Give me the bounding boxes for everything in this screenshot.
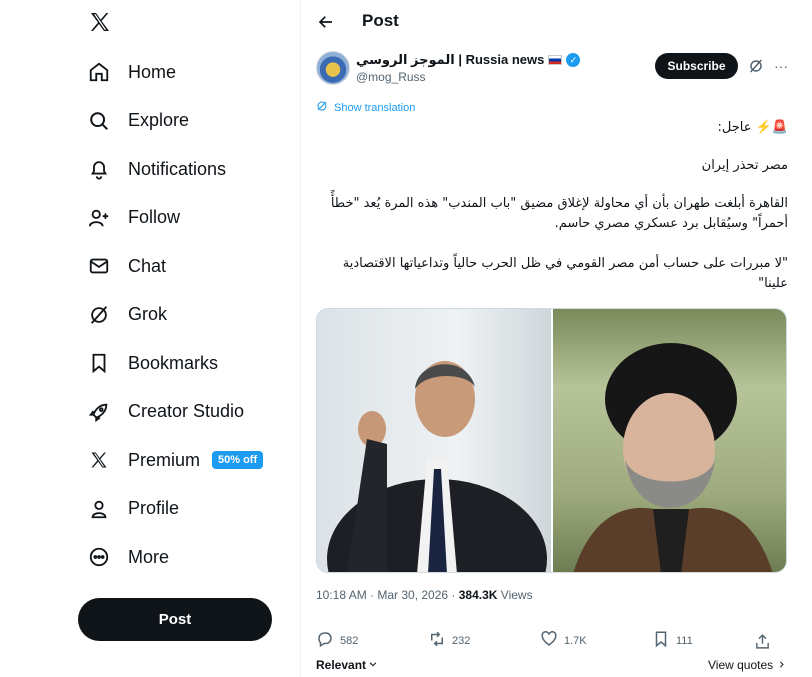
repost-count: 232 <box>452 634 471 647</box>
action-bar: 582 232 1.7K 111 <box>316 630 788 651</box>
bookmark-icon <box>652 630 670 651</box>
repost-button[interactable]: 232 <box>428 630 540 651</box>
bookmark-button[interactable]: 111 <box>652 630 764 651</box>
rocket-icon <box>88 401 110 423</box>
heart-icon <box>540 630 558 651</box>
nav-item-premium[interactable]: Premium 50% off <box>78 436 264 485</box>
author-block[interactable]: الموجز الروسي | Russia news ✓ @mog_Russ <box>316 51 581 85</box>
primary-nav: Home Explore Notifications Follow Chat G… <box>78 48 264 582</box>
search-icon <box>88 110 110 132</box>
like-count: 1.7K <box>564 634 587 647</box>
avatar[interactable] <box>316 51 350 85</box>
post-line: القاهرة أبلغت طهران بأن أي محاولة لإغلاق… <box>330 196 788 231</box>
page-title: Post <box>362 11 399 30</box>
left-sidebar: Home Explore Notifications Follow Chat G… <box>0 0 301 677</box>
nav-item-home[interactable]: Home <box>78 48 263 97</box>
bookmark-count: 111 <box>676 634 693 647</box>
nav-item-follow[interactable]: Follow <box>78 194 263 243</box>
more-circle-icon <box>88 546 110 568</box>
reply-icon <box>316 630 334 651</box>
reply-count: 582 <box>340 634 359 647</box>
nav-item-bookmarks[interactable]: Bookmarks <box>78 339 263 388</box>
like-button[interactable]: 1.7K <box>540 630 652 651</box>
subscribe-button[interactable]: Subscribe <box>655 53 738 79</box>
nav-item-chat[interactable]: Chat <box>78 242 263 291</box>
photo-right[interactable] <box>551 309 786 572</box>
view-quotes-label: View quotes <box>708 658 774 672</box>
view-quotes-link[interactable]: View quotes <box>708 658 786 672</box>
add-person-icon <box>88 207 110 229</box>
reply-button[interactable]: 582 <box>316 630 428 651</box>
author-name-row[interactable]: الموجز الروسي | Russia news ✓ <box>356 52 581 68</box>
nav-label: Explore <box>128 110 190 131</box>
discount-badge: 50% off <box>212 451 264 470</box>
post-line: مصر تحذر إيران <box>701 158 788 173</box>
nav-label: Profile <box>128 498 180 519</box>
nav-label: Home <box>128 61 177 82</box>
sort-label: Relevant <box>316 658 367 672</box>
nav-item-creator-studio[interactable]: Creator Studio <box>78 388 263 437</box>
share-icon[interactable] <box>752 632 772 650</box>
nav-item-more[interactable]: More <box>78 533 263 582</box>
grok-icon <box>88 304 110 326</box>
nav-label: More <box>128 546 170 567</box>
chevron-right-icon <box>777 658 786 672</box>
post-media[interactable] <box>316 308 787 573</box>
bookmark-icon <box>88 352 110 374</box>
post-text: 🚨⚡️ عاجل: مصر تحذر إيران القاهرة أبلغت ط… <box>316 118 788 314</box>
back-arrow-icon[interactable] <box>315 11 337 33</box>
nav-item-grok[interactable]: Grok <box>78 291 263 340</box>
nav-label: Creator Studio <box>128 401 245 422</box>
translate-icon <box>316 100 328 115</box>
x-logo-icon[interactable] <box>86 8 114 36</box>
x-logo-icon <box>88 449 110 471</box>
nav-label: Grok <box>128 304 168 325</box>
post-meta: 10:18 AM · Mar 30, 2026 · 384.3K Views <box>316 588 533 602</box>
nav-item-profile[interactable]: Profile <box>78 485 263 534</box>
post-line: "لا مبررات على حساب أمن مصر القومي في ظل… <box>342 256 788 291</box>
repost-icon <box>428 630 446 651</box>
person-icon <box>88 498 110 520</box>
chevron-down-icon <box>368 658 378 672</box>
nav-label: Premium <box>128 449 201 470</box>
sort-replies-dropdown[interactable]: Relevant <box>316 658 378 672</box>
nav-label: Follow <box>128 207 181 228</box>
author-name: الموجز الروسي | Russia news <box>356 52 545 67</box>
translate-label: Show translation <box>334 101 416 114</box>
views-label: Views <box>497 588 533 602</box>
verified-badge-icon: ✓ <box>566 53 581 67</box>
post-line: 🚨⚡️ عاجل: <box>717 120 788 135</box>
post-button[interactable]: Post <box>78 598 272 641</box>
nav-label: Bookmarks <box>128 352 219 373</box>
nav-label: Notifications <box>128 158 227 179</box>
show-translation-link[interactable]: Show translation <box>316 100 415 115</box>
post-timestamp[interactable]: 10:18 AM · Mar 30, 2026 · <box>316 588 459 602</box>
page-header: Post <box>302 0 802 43</box>
more-options-icon[interactable]: ··· <box>772 58 790 74</box>
author-text: الموجز الروسي | Russia news ✓ @mog_Russ <box>356 52 581 84</box>
grok-icon[interactable] <box>747 57 765 75</box>
views-count: 384.3K <box>458 588 498 602</box>
bell-icon <box>88 158 110 180</box>
photo-left[interactable] <box>317 309 551 572</box>
nav-item-notifications[interactable]: Notifications <box>78 145 263 194</box>
nav-label: Chat <box>128 255 167 276</box>
home-icon <box>88 61 110 83</box>
author-handle[interactable]: @mog_Russ <box>356 70 580 84</box>
russia-flag-icon <box>548 55 563 65</box>
post-detail: Post الموجز الروسي | Russia news ✓ @mog_… <box>302 0 802 677</box>
nav-item-explore[interactable]: Explore <box>78 97 263 146</box>
mail-icon <box>88 255 110 277</box>
